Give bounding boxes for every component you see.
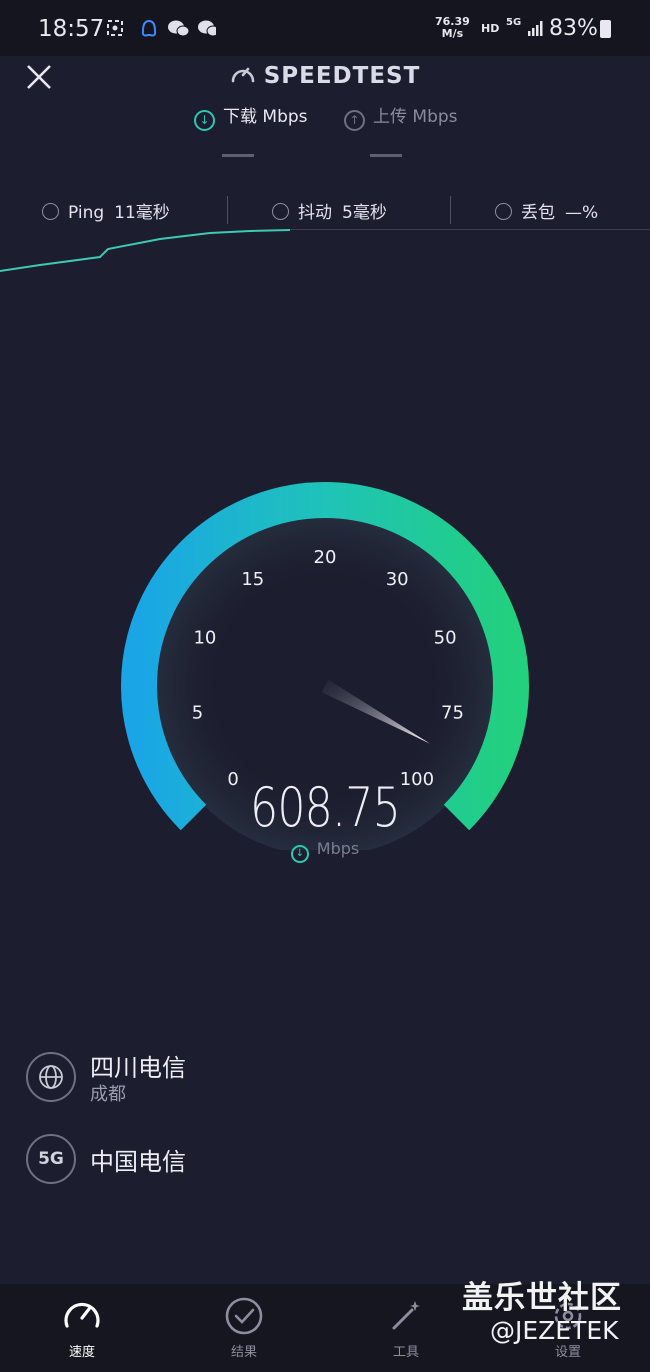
upload-value-placeholder xyxy=(370,154,402,157)
throughput-graph xyxy=(0,229,291,272)
status-time: 18:57 xyxy=(38,16,105,42)
metrics-row: Ping 11毫秒 抖动 5毫秒 丢包 —% xyxy=(0,196,650,228)
app-title: SPEEDTEST xyxy=(0,62,650,90)
signal-icon xyxy=(528,20,546,40)
jitter-metric: 抖动 5毫秒 xyxy=(272,198,387,223)
carrier-name: 中国电信 xyxy=(90,1148,186,1176)
nav-results[interactable]: 结果 xyxy=(194,1284,294,1372)
battery-icon xyxy=(600,20,611,38)
gauge-tick-label: 50 xyxy=(434,627,457,648)
status-bar: 18:57 76.39 M/s HD 5G 83% xyxy=(0,0,650,56)
provider-city: 成都 xyxy=(90,1084,126,1105)
nav-label: 速度 xyxy=(68,1345,95,1360)
gauge-tick-label: 5 xyxy=(192,702,203,723)
speed-value: 608.75 xyxy=(249,776,401,839)
magic-wand-icon xyxy=(392,1301,420,1330)
download-value-placeholder xyxy=(222,154,254,157)
hd-indicator: HD xyxy=(481,22,500,35)
5g-badge-icon: 5G xyxy=(26,1134,76,1184)
provider-name: 四川电信 xyxy=(90,1054,186,1082)
watermark-handle: @JEZETEK xyxy=(490,1316,619,1345)
check-circle-icon xyxy=(225,1297,263,1335)
speedometer-icon xyxy=(230,62,256,90)
speed-gauge-icon xyxy=(64,1302,100,1328)
nav-label: 结果 xyxy=(230,1345,257,1360)
download-arrow-icon: ↓ xyxy=(194,110,215,131)
speed-unit: ↓ Mbps xyxy=(0,839,650,863)
packet-loss-icon xyxy=(495,203,512,220)
jitter-icon xyxy=(272,203,289,220)
network-type: 5G xyxy=(506,17,522,28)
notification-icons xyxy=(106,18,220,45)
gauge-tick-label: 15 xyxy=(241,569,264,590)
divider xyxy=(290,229,650,230)
net-speed: 76.39 M/s xyxy=(435,15,470,40)
ping-metric: Ping 11毫秒 xyxy=(42,198,170,223)
nav-label: 工具 xyxy=(392,1345,419,1360)
nav-speed[interactable]: 速度 xyxy=(32,1284,132,1372)
gauge-tick-label: 20 xyxy=(314,547,337,568)
battery-percent: 83% xyxy=(549,16,598,41)
globe-icon xyxy=(26,1052,76,1102)
gauge-tick-label: 75 xyxy=(441,702,464,723)
divider xyxy=(227,196,228,224)
gauge-tick-label: 30 xyxy=(386,569,409,590)
download-label: ↓ 下载 Mbps xyxy=(194,102,308,131)
packet-loss-metric: 丢包 —% xyxy=(495,198,598,223)
gauge-tick-label: 10 xyxy=(193,627,216,648)
download-arrow-icon: ↓ xyxy=(290,845,309,863)
upload-label: ↑ 上传 Mbps xyxy=(344,102,458,131)
watermark-title: 盖乐世社区 xyxy=(462,1280,622,1316)
nav-tools[interactable]: 工具 xyxy=(356,1284,456,1372)
ping-icon xyxy=(42,203,59,220)
upload-arrow-icon: ↑ xyxy=(344,110,365,131)
divider xyxy=(450,196,451,224)
